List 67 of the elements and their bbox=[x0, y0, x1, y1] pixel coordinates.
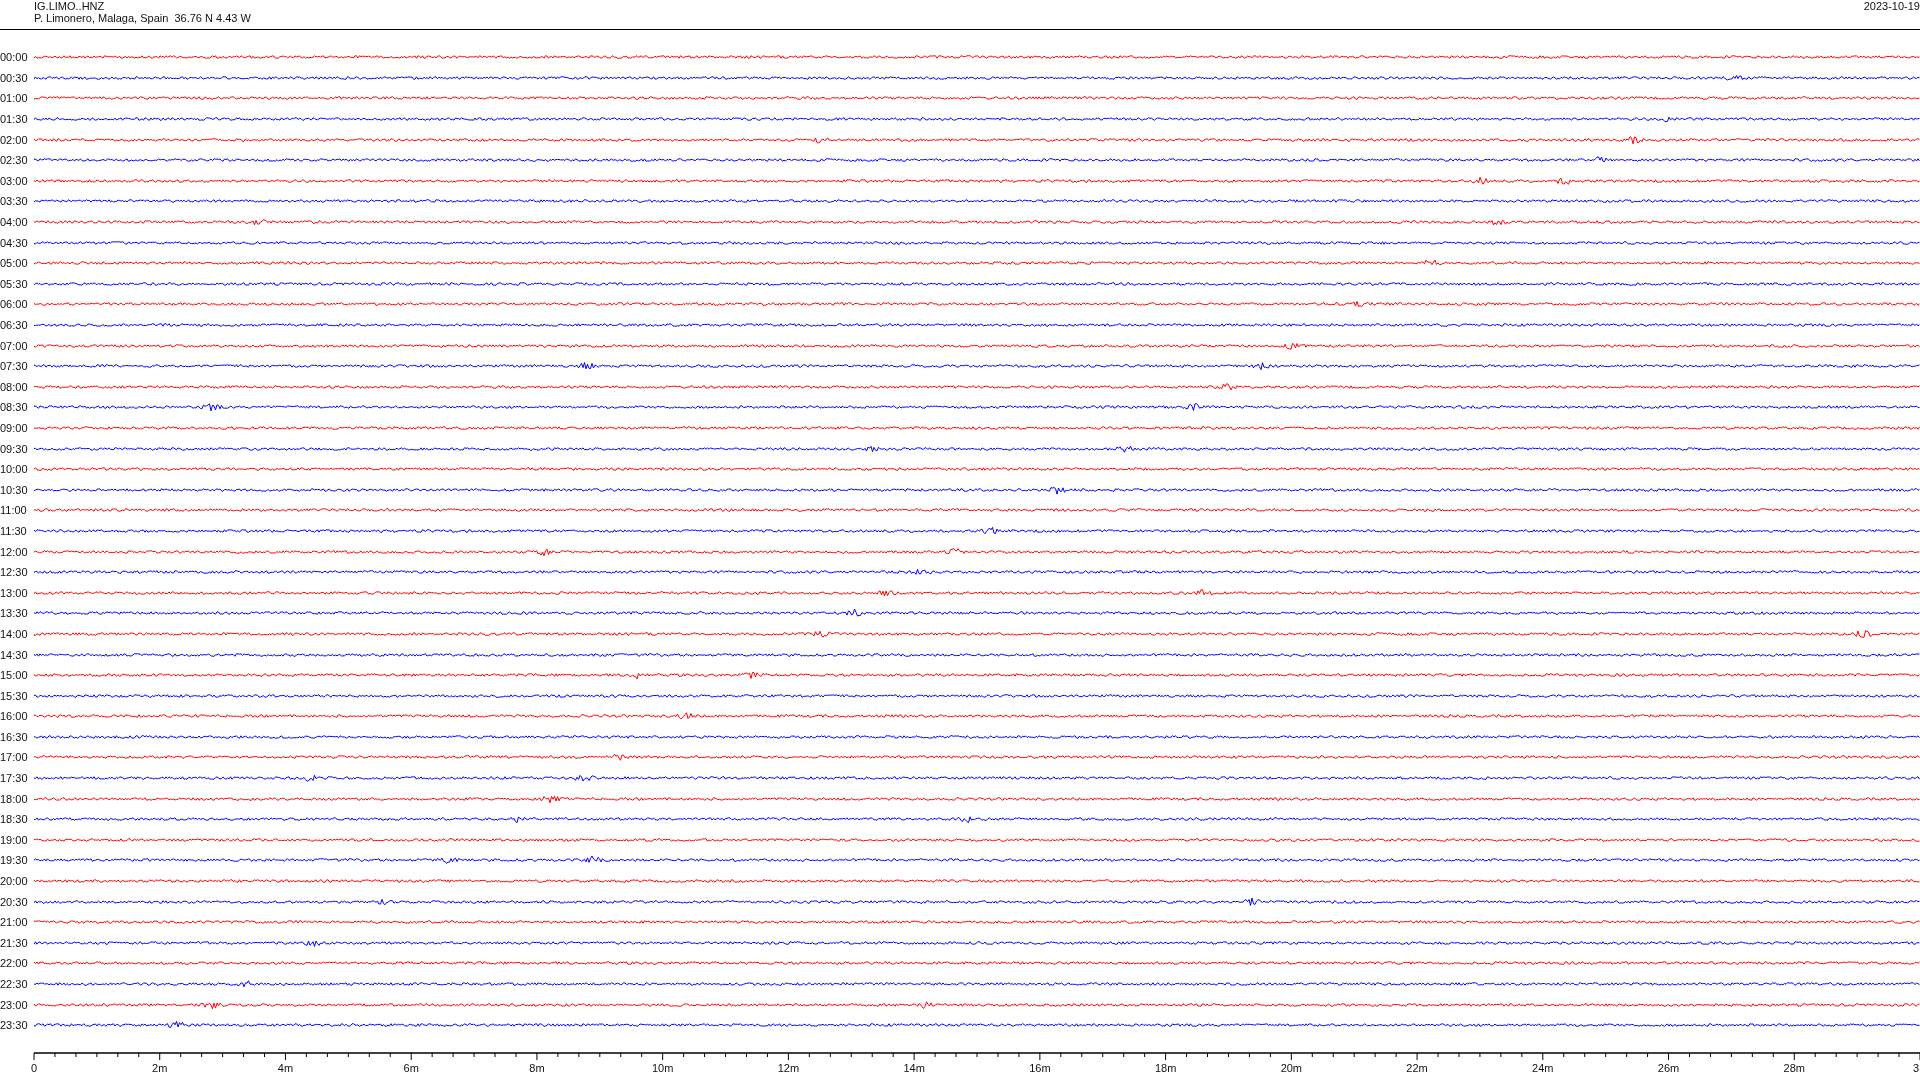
time-label: 20:30 bbox=[0, 895, 29, 908]
axis-tick-label: 16m bbox=[1029, 1062, 1051, 1074]
time-label: 02:30 bbox=[0, 154, 29, 167]
time-label: 21:00 bbox=[0, 916, 29, 929]
time-label: 16:30 bbox=[0, 730, 29, 743]
axis-tick-label: 0 bbox=[30, 1062, 38, 1074]
axis-tick-label: 3 bbox=[1912, 1062, 1919, 1074]
time-label: 03:30 bbox=[0, 195, 29, 208]
axis-tick-label: 28m bbox=[1783, 1062, 1805, 1074]
time-label: 13:00 bbox=[0, 586, 29, 599]
time-label: 11:00 bbox=[0, 504, 28, 517]
time-label: 23:00 bbox=[0, 998, 29, 1011]
time-label: 23:30 bbox=[0, 1019, 29, 1032]
time-label: 15:30 bbox=[0, 689, 29, 702]
time-label: 12:00 bbox=[0, 545, 29, 558]
axis-tick-label: 12m bbox=[777, 1062, 800, 1074]
time-label: 05:30 bbox=[0, 277, 29, 290]
axis-tick-label: 20m bbox=[1280, 1062, 1303, 1074]
station-location: P. Limonero, Malaga, Spain 36.76 N 4.43 W bbox=[34, 12, 251, 24]
time-label: 14:00 bbox=[0, 627, 29, 640]
time-label: 15:00 bbox=[0, 669, 29, 682]
time-label: 20:00 bbox=[0, 875, 29, 888]
axis-tick-label: 22m bbox=[1406, 1062, 1428, 1074]
time-label: 10:30 bbox=[0, 483, 29, 496]
time-label: 21:30 bbox=[0, 936, 29, 949]
axis-tick-label: 4m bbox=[277, 1062, 294, 1074]
time-label: 18:00 bbox=[0, 792, 29, 805]
time-label: 17:00 bbox=[0, 751, 29, 764]
time-label: 01:30 bbox=[0, 113, 29, 126]
time-label: 22:30 bbox=[0, 978, 29, 990]
time-label: 09:30 bbox=[0, 442, 29, 455]
time-label: 00:30 bbox=[0, 71, 29, 84]
axis-tick-label: 10m bbox=[651, 1062, 674, 1074]
time-label: 05:00 bbox=[0, 257, 29, 270]
time-label: 13:30 bbox=[0, 607, 29, 620]
axis-tick-label: 8m bbox=[529, 1062, 545, 1074]
axis-tick-label: 24m bbox=[1532, 1062, 1554, 1074]
time-label: 19:00 bbox=[0, 833, 29, 846]
time-label: 11:30 bbox=[0, 524, 28, 537]
plot-date: 2023-10-19 bbox=[1863, 0, 1920, 12]
time-label: 04:30 bbox=[0, 236, 29, 249]
time-label: 08:30 bbox=[0, 401, 29, 414]
time-label: 12:30 bbox=[0, 566, 29, 579]
time-label: 19:30 bbox=[0, 854, 29, 867]
time-label: 07:00 bbox=[0, 339, 29, 352]
time-label: 02:00 bbox=[0, 133, 29, 146]
time-label: 06:30 bbox=[0, 319, 29, 331]
axis-tick-label: 2m bbox=[152, 1062, 168, 1074]
time-label: 18:30 bbox=[0, 813, 29, 826]
time-label: 17:30 bbox=[0, 772, 29, 785]
time-label: 09:00 bbox=[0, 422, 29, 434]
time-label: 06:00 bbox=[0, 298, 29, 311]
time-label: 03:00 bbox=[0, 174, 29, 187]
station-code: IG.LIMO..HNZ bbox=[34, 0, 106, 12]
axis-tick-label: 26m bbox=[1657, 1062, 1680, 1074]
time-label: 07:30 bbox=[0, 360, 29, 373]
time-label: 00:00 bbox=[0, 51, 29, 64]
axis-tick-label: 14m bbox=[903, 1062, 925, 1074]
axis-tick-label: 18m bbox=[1154, 1062, 1177, 1074]
time-label: 01:00 bbox=[0, 92, 29, 105]
time-label: 16:00 bbox=[0, 710, 29, 723]
time-label: 04:00 bbox=[0, 216, 29, 229]
time-label: 08:00 bbox=[0, 380, 29, 393]
time-label: 22:00 bbox=[0, 957, 29, 970]
time-label: 10:00 bbox=[0, 463, 29, 476]
axis-tick-label: 6m bbox=[403, 1062, 419, 1074]
time-label: 14:30 bbox=[0, 648, 29, 661]
